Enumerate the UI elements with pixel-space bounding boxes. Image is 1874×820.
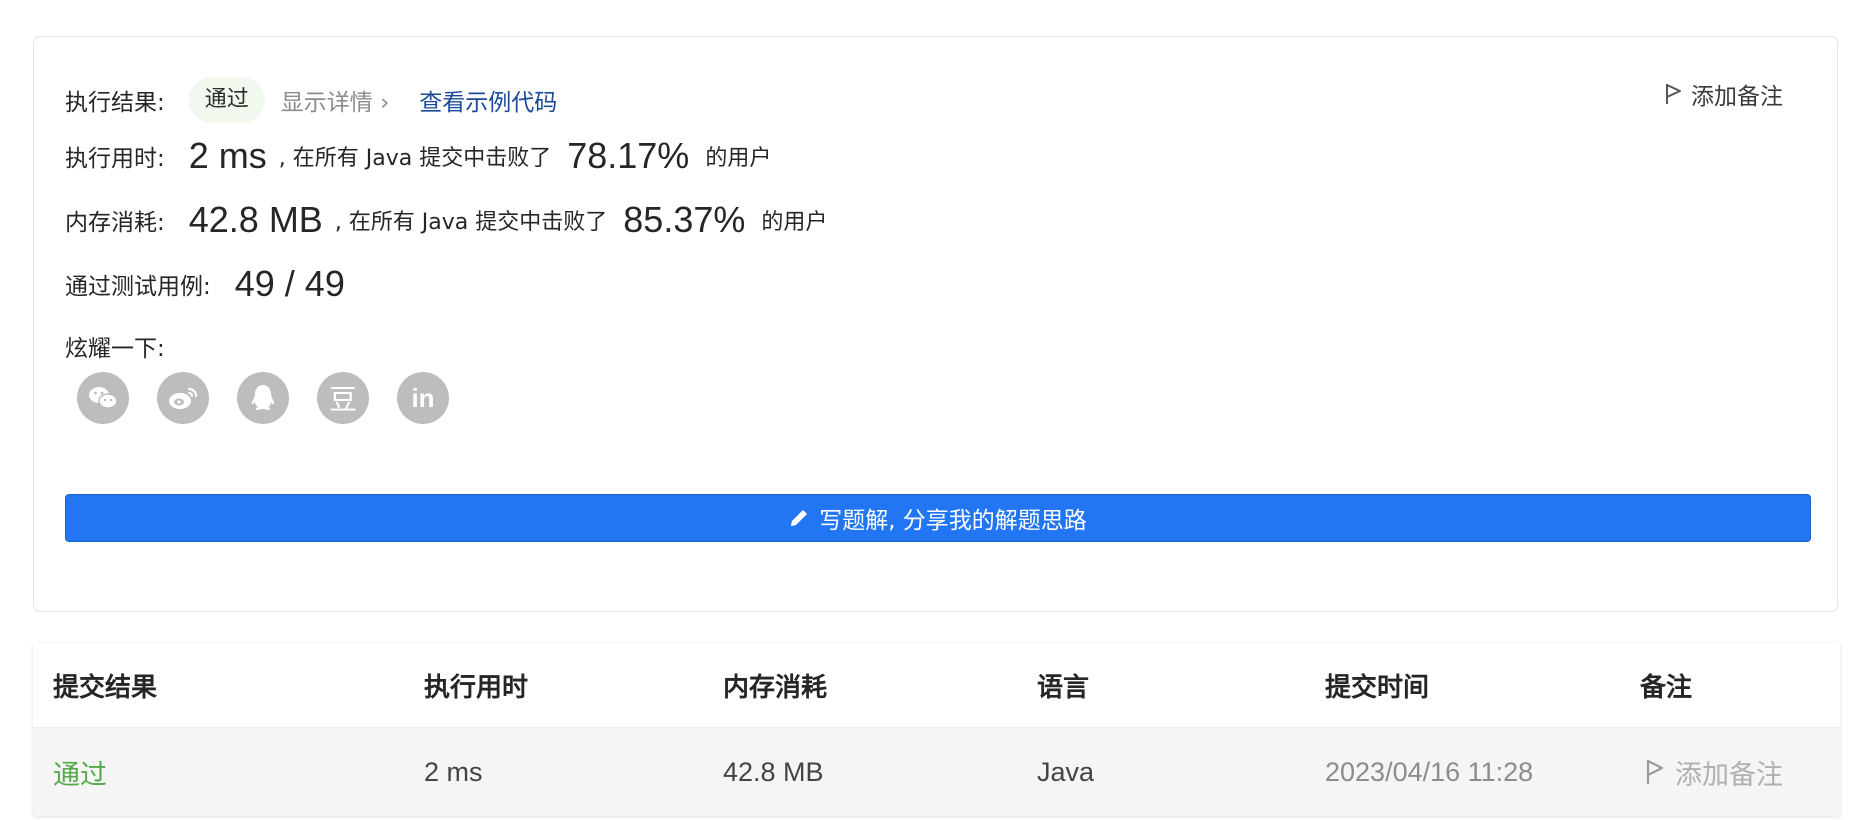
header-runtime: 执行用时 [424,672,529,703]
douban-icon[interactable]: 豆 [317,372,369,424]
table-header: 提交结果 执行用时 内存消耗 语言 提交时间 备注 [33,643,1840,728]
memory-value: 42.8 MB [188,199,323,240]
runtime-row: 执行用时: 2 ms , 在所有 Java 提交中击败了 78.17% 的用户 [65,135,771,177]
memory-suffix: 的用户 [761,210,828,235]
header-result: 提交结果 [53,672,158,703]
flag-icon [1645,759,1665,785]
write-solution-label: 写题解, 分享我的解题思路 [819,508,1087,534]
weibo-icon[interactable] [157,372,209,424]
row-memory: 42.8 MB [723,756,824,787]
runtime-suffix: 的用户 [705,146,772,171]
tests-value: 49 / 49 [234,263,345,304]
row-language: Java [1037,756,1095,787]
qq-icon[interactable] [237,372,289,424]
header-submit-time: 提交时间 [1325,672,1430,703]
runtime-mid-text: , 在所有 Java 提交中击败了 [278,146,552,171]
runtime-percent: 78.17% [567,135,690,176]
row-runtime: 2 ms [424,756,483,787]
memory-label: 内存消耗: [65,210,165,236]
result-row: 执行结果: 通过 显示详情 › 查看示例代码 [65,77,557,123]
memory-percent: 85.37% [623,199,746,240]
result-label: 执行结果: [65,90,165,116]
row-submit-time: 2023/04/16 11:28 [1325,756,1534,787]
tests-row: 通过测试用例: 49 / 49 [65,263,345,305]
wechat-icon[interactable] [77,372,129,424]
runtime-label: 执行用时: [65,146,165,172]
add-note-button[interactable]: 添加备注 [1665,77,1783,111]
status-badge: 通过 [188,77,265,123]
write-solution-button[interactable]: 写题解, 分享我的解题思路 [65,494,1811,542]
memory-mid-text: , 在所有 Java 提交中击败了 [334,210,608,235]
add-note-label: 添加备注 [1691,84,1783,110]
share-label: 炫耀一下: [65,336,165,362]
submission-table: 提交结果 执行用时 内存消耗 语言 提交时间 备注 通过 2 ms 42.8 M… [33,643,1840,816]
share-row: 炫耀一下: [65,329,165,363]
table-row[interactable]: 通过 2 ms 42.8 MB Java 2023/04/16 11:28 添加… [33,728,1840,816]
pencil-icon [789,508,809,528]
memory-row: 内存消耗: 42.8 MB , 在所有 Java 提交中击败了 85.37% 的… [65,199,827,241]
header-language: 语言 [1037,672,1090,703]
show-details-link[interactable]: 显示详情 › [281,83,390,117]
share-icons: 豆 in [77,372,449,424]
submission-result-card: 执行结果: 通过 显示详情 › 查看示例代码 添加备注 执行用时: 2 ms ,… [33,36,1838,612]
flag-icon [1665,83,1683,105]
header-memory: 内存消耗 [723,672,828,703]
row-add-note-button[interactable]: 添加备注 [1645,728,1783,816]
view-example-code-link[interactable]: 查看示例代码 [419,83,557,117]
tests-label: 通过测试用例: [65,274,211,300]
row-result[interactable]: 通过 [53,728,107,816]
row-note-label: 添加备注 [1675,759,1783,790]
runtime-value: 2 ms [188,135,267,176]
linkedin-icon[interactable]: in [397,372,449,424]
header-note: 备注 [1640,672,1693,703]
